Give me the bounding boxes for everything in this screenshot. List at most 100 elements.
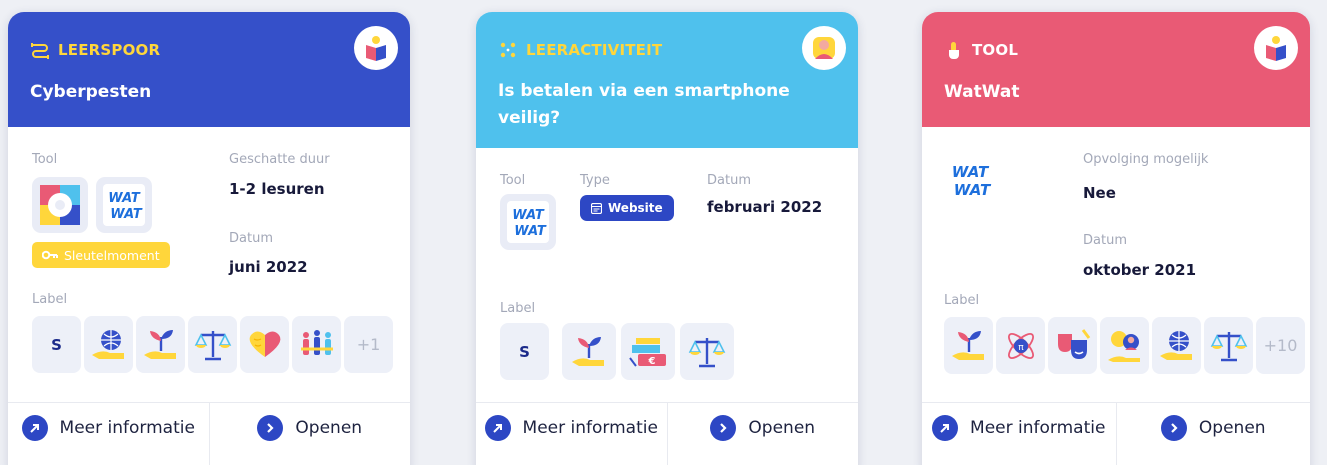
tool-logo-gear[interactable] [32,177,88,233]
logo-line-2: WAT [514,224,547,239]
open-button[interactable]: Openen [1115,403,1311,465]
tool-logo-watwat[interactable]: WAT WAT [96,177,152,233]
two-persons-icon [1107,330,1140,362]
card-tool[interactable]: TOOL WatWat WAT WAT Opvolging mogelijk N… [922,12,1310,465]
logo-line-1: WAT [108,191,141,206]
label-tile-scale[interactable] [680,323,734,380]
route-icon [31,43,49,59]
label-tile-people[interactable] [292,316,341,373]
date-value: februari 2022 [707,198,823,216]
pointer-hand-icon [949,42,959,59]
duration-value: 1-2 lesuren [229,180,325,198]
card-title[interactable]: WatWat [944,79,1244,106]
tool-label: Tool [500,173,526,188]
label-heading: Label [944,293,980,308]
book-avatar-icon [354,26,398,70]
more-info-label: Meer informatie [970,417,1106,438]
date-label: Datum [229,231,273,246]
arrow-up-right-icon [21,414,48,441]
watwat-logo-icon: WAT WAT [507,201,549,243]
label-more-tile[interactable]: +10 [1256,317,1305,374]
open-button[interactable]: Openen [666,403,859,465]
label-heading: Label [500,301,536,316]
card-kind-label: LEERSPOOR [58,41,161,59]
label-heading: Label [32,292,68,307]
open-button[interactable]: Openen [208,403,411,465]
plant-hand-icon [951,330,984,360]
more-info-button[interactable]: Meer informatie [8,403,209,465]
card-header: LEERACTIVITEIT Is betalen via een smartp… [476,12,858,148]
date-label: Datum [707,173,751,188]
gear-logo-icon [40,185,80,225]
label-tile-atom[interactable]: π [996,317,1045,374]
label-tile-scale[interactable] [188,316,237,373]
date-value: oktober 2021 [1083,261,1197,279]
card-header: LEERSPOOR Cyberpesten [8,12,410,127]
chevron-right-icon [710,414,737,441]
logo-line-2: WAT [110,207,143,222]
follow-value: Nee [1083,184,1116,202]
key-icon [42,250,58,260]
label-tile-plant[interactable] [944,317,993,374]
label-tile-s[interactable]: S [32,316,81,373]
atom-pi-icon: π [1007,332,1034,359]
card-header: TOOL WatWat [922,12,1310,127]
chevron-right-icon [1160,414,1187,441]
more-info-button[interactable]: Meer informatie [476,403,667,465]
date-value: juni 2022 [229,258,308,276]
more-info-label: Meer informatie [522,417,658,438]
label-tile-persons[interactable] [1100,317,1149,374]
card-title[interactable]: Is betalen via een smartphone veilig? [498,78,798,132]
label-tile-theater[interactable] [1048,317,1097,374]
key-moment-text: Sleutelmoment [64,247,160,263]
theater-masks-icon [1057,328,1090,359]
website-icon [591,202,602,214]
label-tile-money[interactable]: € [621,323,675,380]
svg-text:€: € [648,356,656,367]
open-label: Openen [1198,417,1266,438]
arrow-up-right-icon [484,414,511,441]
scale-icon [194,330,231,360]
key-moment-badge: Sleutelmoment [32,242,170,268]
label-tile-globe[interactable] [1152,317,1201,374]
label-tile-plant[interactable] [562,323,616,380]
label-tile-brain-heart[interactable] [240,316,289,373]
arrow-up-right-icon [932,414,959,441]
tool-label: Tool [32,152,58,167]
tool-logo-watwat[interactable]: WAT WAT [944,152,1000,208]
label-tile-plant[interactable] [136,316,185,373]
more-info-button[interactable]: Meer informatie [922,403,1116,465]
globe-hand-icon [91,329,124,359]
card-footer: Meer informatie Openen [922,402,1310,465]
follow-label: Opvolging mogelijk [1083,152,1209,167]
card-footer: Meer informatie Openen [8,402,410,465]
tool-logo-watwat[interactable]: WAT WAT [500,194,556,250]
card-footer: Meer informatie Openen [476,402,858,465]
watwat-logo-icon: WAT WAT [952,163,992,199]
type-badge: Website [580,195,674,221]
label-more-count: +1 [356,335,381,354]
label-more-tile[interactable]: +1 [344,316,393,373]
chevron-right-icon [257,414,284,441]
card-kind-label: TOOL [972,41,1019,59]
label-more-count: +10 [1263,336,1298,355]
card-leeractiviteit[interactable]: LEERACTIVITEIT Is betalen via een smartp… [476,12,858,465]
type-value: Website [608,201,663,215]
date-label: Datum [1083,233,1127,248]
person-avatar-icon [802,26,846,70]
label-tile-scale[interactable] [1204,317,1253,374]
card-title[interactable]: Cyberpesten [30,79,330,106]
label-tile-globe[interactable] [84,316,133,373]
logo-line-1: WAT [512,208,545,223]
plant-hand-icon [572,336,604,366]
more-info-label: Meer informatie [59,417,195,438]
card-leerspoor[interactable]: LEERSPOOR Cyberpesten Tool WAT WAT Sleut… [8,12,410,465]
card-kind: TOOL [944,40,1288,60]
scale-icon [688,337,726,367]
money-card-icon: € [629,337,666,367]
type-label: Type [580,173,610,188]
svg-text:π: π [1018,343,1024,353]
label-tile-s[interactable]: S [500,323,549,380]
label-s-text: S [519,342,530,361]
globe-hand-icon [1159,330,1192,360]
